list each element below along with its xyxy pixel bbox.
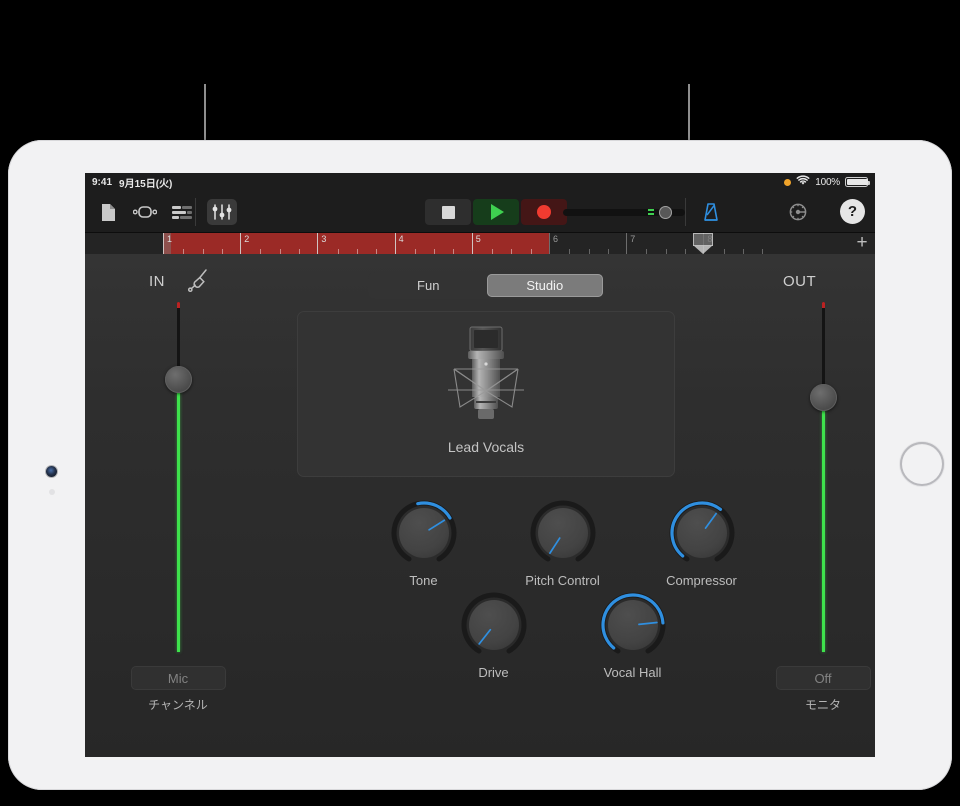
- knob-drive-label: Drive: [478, 665, 509, 680]
- knob-tone[interactable]: Tone: [346, 500, 501, 588]
- master-volume-marks: [648, 209, 654, 216]
- output-level-fader[interactable]: [803, 302, 843, 652]
- instrument-panel[interactable]: Lead Vocals: [297, 311, 675, 477]
- stop-icon: [441, 205, 455, 219]
- status-bar-left: 9:41 9月15日(火): [92, 175, 172, 190]
- battery-percent-label: 100%: [815, 176, 840, 188]
- amp-preset-switcher[interactable]: Fun Studio: [368, 272, 605, 299]
- status-bar: 9:41 9月15日(火) 100%: [85, 173, 875, 191]
- ruler-bar: 1: [163, 233, 240, 254]
- knob-vocal-hall-label: Vocal Hall: [603, 665, 662, 680]
- play-button[interactable]: [473, 199, 519, 225]
- record-icon: [537, 205, 551, 219]
- ruler-bar-number: 6: [553, 234, 559, 244]
- ruler-left-pad: [85, 233, 163, 254]
- garageband-app-screen: 9:41 9月15日(火) 100% ? 1 2 3 4 5 6 7 + IN …: [85, 173, 875, 757]
- input-fader-fill: [177, 379, 180, 652]
- ipad-device-frame: 9:41 9月15日(火) 100% ? 1 2 3 4 5 6 7 + IN …: [8, 140, 952, 790]
- home-button[interactable]: [900, 442, 944, 486]
- condenser-microphone-icon: [426, 321, 546, 439]
- segment-studio[interactable]: Studio: [486, 274, 603, 297]
- timeline-ruler[interactable]: 1 2 3 4 5 6 7 8 +: [85, 233, 875, 254]
- input-fader-thumb[interactable]: [165, 366, 192, 393]
- screenshot-root: 9:41 9月15日(火) 100% ? 1 2 3 4 5 6 7 + IN …: [0, 0, 960, 806]
- knob-pitch-control[interactable]: Pitch Control: [485, 500, 640, 588]
- playhead[interactable]: [693, 233, 713, 254]
- document-icon[interactable]: [95, 200, 121, 224]
- knob-pitch-control-label: Pitch Control: [525, 573, 600, 588]
- input-level-fader[interactable]: [158, 302, 198, 652]
- input-label: IN: [149, 273, 165, 290]
- wifi-icon: [796, 175, 810, 189]
- knob-tone-dial[interactable]: [391, 500, 457, 566]
- status-time: 9:41: [92, 176, 113, 188]
- stop-button[interactable]: [425, 199, 471, 225]
- loop-browser-icon[interactable]: [132, 200, 158, 224]
- monitor-group: Off モニタ: [763, 666, 875, 713]
- microphone-cable-icon[interactable]: [185, 268, 211, 294]
- master-volume-thumb[interactable]: [659, 206, 672, 219]
- knob-pitch-control-dial[interactable]: [530, 500, 596, 566]
- track-view-icon[interactable]: [169, 200, 195, 224]
- knob-compressor[interactable]: Compressor: [624, 500, 779, 588]
- ruler-bar: 5: [471, 233, 549, 254]
- knob-vocal-hall[interactable]: Vocal Hall: [555, 592, 710, 680]
- knob-compressor-label: Compressor: [666, 573, 737, 588]
- ruler-bar: 2: [240, 233, 317, 254]
- input-fader-peak-cap: [177, 302, 180, 308]
- playhead-tip: [693, 245, 713, 254]
- battery-icon: [845, 177, 870, 187]
- gear-icon[interactable]: [785, 199, 811, 225]
- segment-fun[interactable]: Fun: [370, 274, 487, 297]
- main-toolbar: ?: [85, 191, 875, 233]
- instrument-name: Lead Vocals: [447, 439, 525, 455]
- metronome-icon[interactable]: [698, 199, 724, 225]
- output-fader-fill: [822, 396, 825, 652]
- master-volume-slider[interactable]: [563, 206, 685, 219]
- monitor-button[interactable]: Off: [775, 666, 871, 690]
- front-camera-icon: [46, 466, 57, 477]
- ruler-bar-number: 4: [398, 234, 404, 244]
- orange-dot-icon: [784, 178, 792, 186]
- add-track-button[interactable]: +: [853, 233, 871, 253]
- ruler-bar: 3: [317, 233, 394, 254]
- channel-caption: チャンネル: [148, 698, 208, 712]
- output-label: OUT: [783, 273, 817, 290]
- transport-controls: [425, 199, 567, 225]
- knob-drive[interactable]: Drive: [416, 592, 571, 680]
- knob-drive-dial[interactable]: [461, 592, 527, 658]
- knob-vocal-hall-dial[interactable]: [600, 592, 666, 658]
- output-fader-peak-cap: [822, 302, 825, 308]
- channel-group: Mic チャンネル: [118, 666, 238, 713]
- ruler-bar-number: 2: [244, 234, 250, 244]
- knob-compressor-dial[interactable]: [669, 500, 735, 566]
- ruler-bar: 8: [703, 233, 780, 254]
- ruler-bar-number: 3: [321, 234, 327, 244]
- channel-button[interactable]: Mic: [130, 666, 226, 690]
- ruler-bar-number: 1: [167, 234, 173, 244]
- ruler-bar: 4: [394, 233, 472, 254]
- toolbar-divider: [195, 198, 196, 226]
- record-button[interactable]: [521, 199, 567, 225]
- smart-control-workspace: IN OUT Fun Studio Lead Vocals Tone Pitch…: [85, 254, 875, 757]
- mixer-fader-icon[interactable]: [207, 199, 237, 225]
- play-icon: [491, 204, 504, 220]
- status-bar-right: 100%: [784, 175, 870, 189]
- ruler-bar: 6: [549, 233, 626, 254]
- monitor-caption: モニタ: [804, 698, 841, 712]
- ambient-sensor-icon: [49, 489, 55, 495]
- output-fader-thumb[interactable]: [810, 383, 837, 411]
- ruler-bar: 7: [626, 233, 703, 254]
- status-date: 9月15日(火): [119, 178, 173, 190]
- knob-tone-label: Tone: [409, 573, 438, 588]
- help-button[interactable]: ?: [840, 199, 865, 224]
- ruler-bar-number: 7: [630, 234, 636, 244]
- ruler-bar-number: 5: [475, 234, 481, 244]
- toolbar-divider-2: [685, 198, 686, 226]
